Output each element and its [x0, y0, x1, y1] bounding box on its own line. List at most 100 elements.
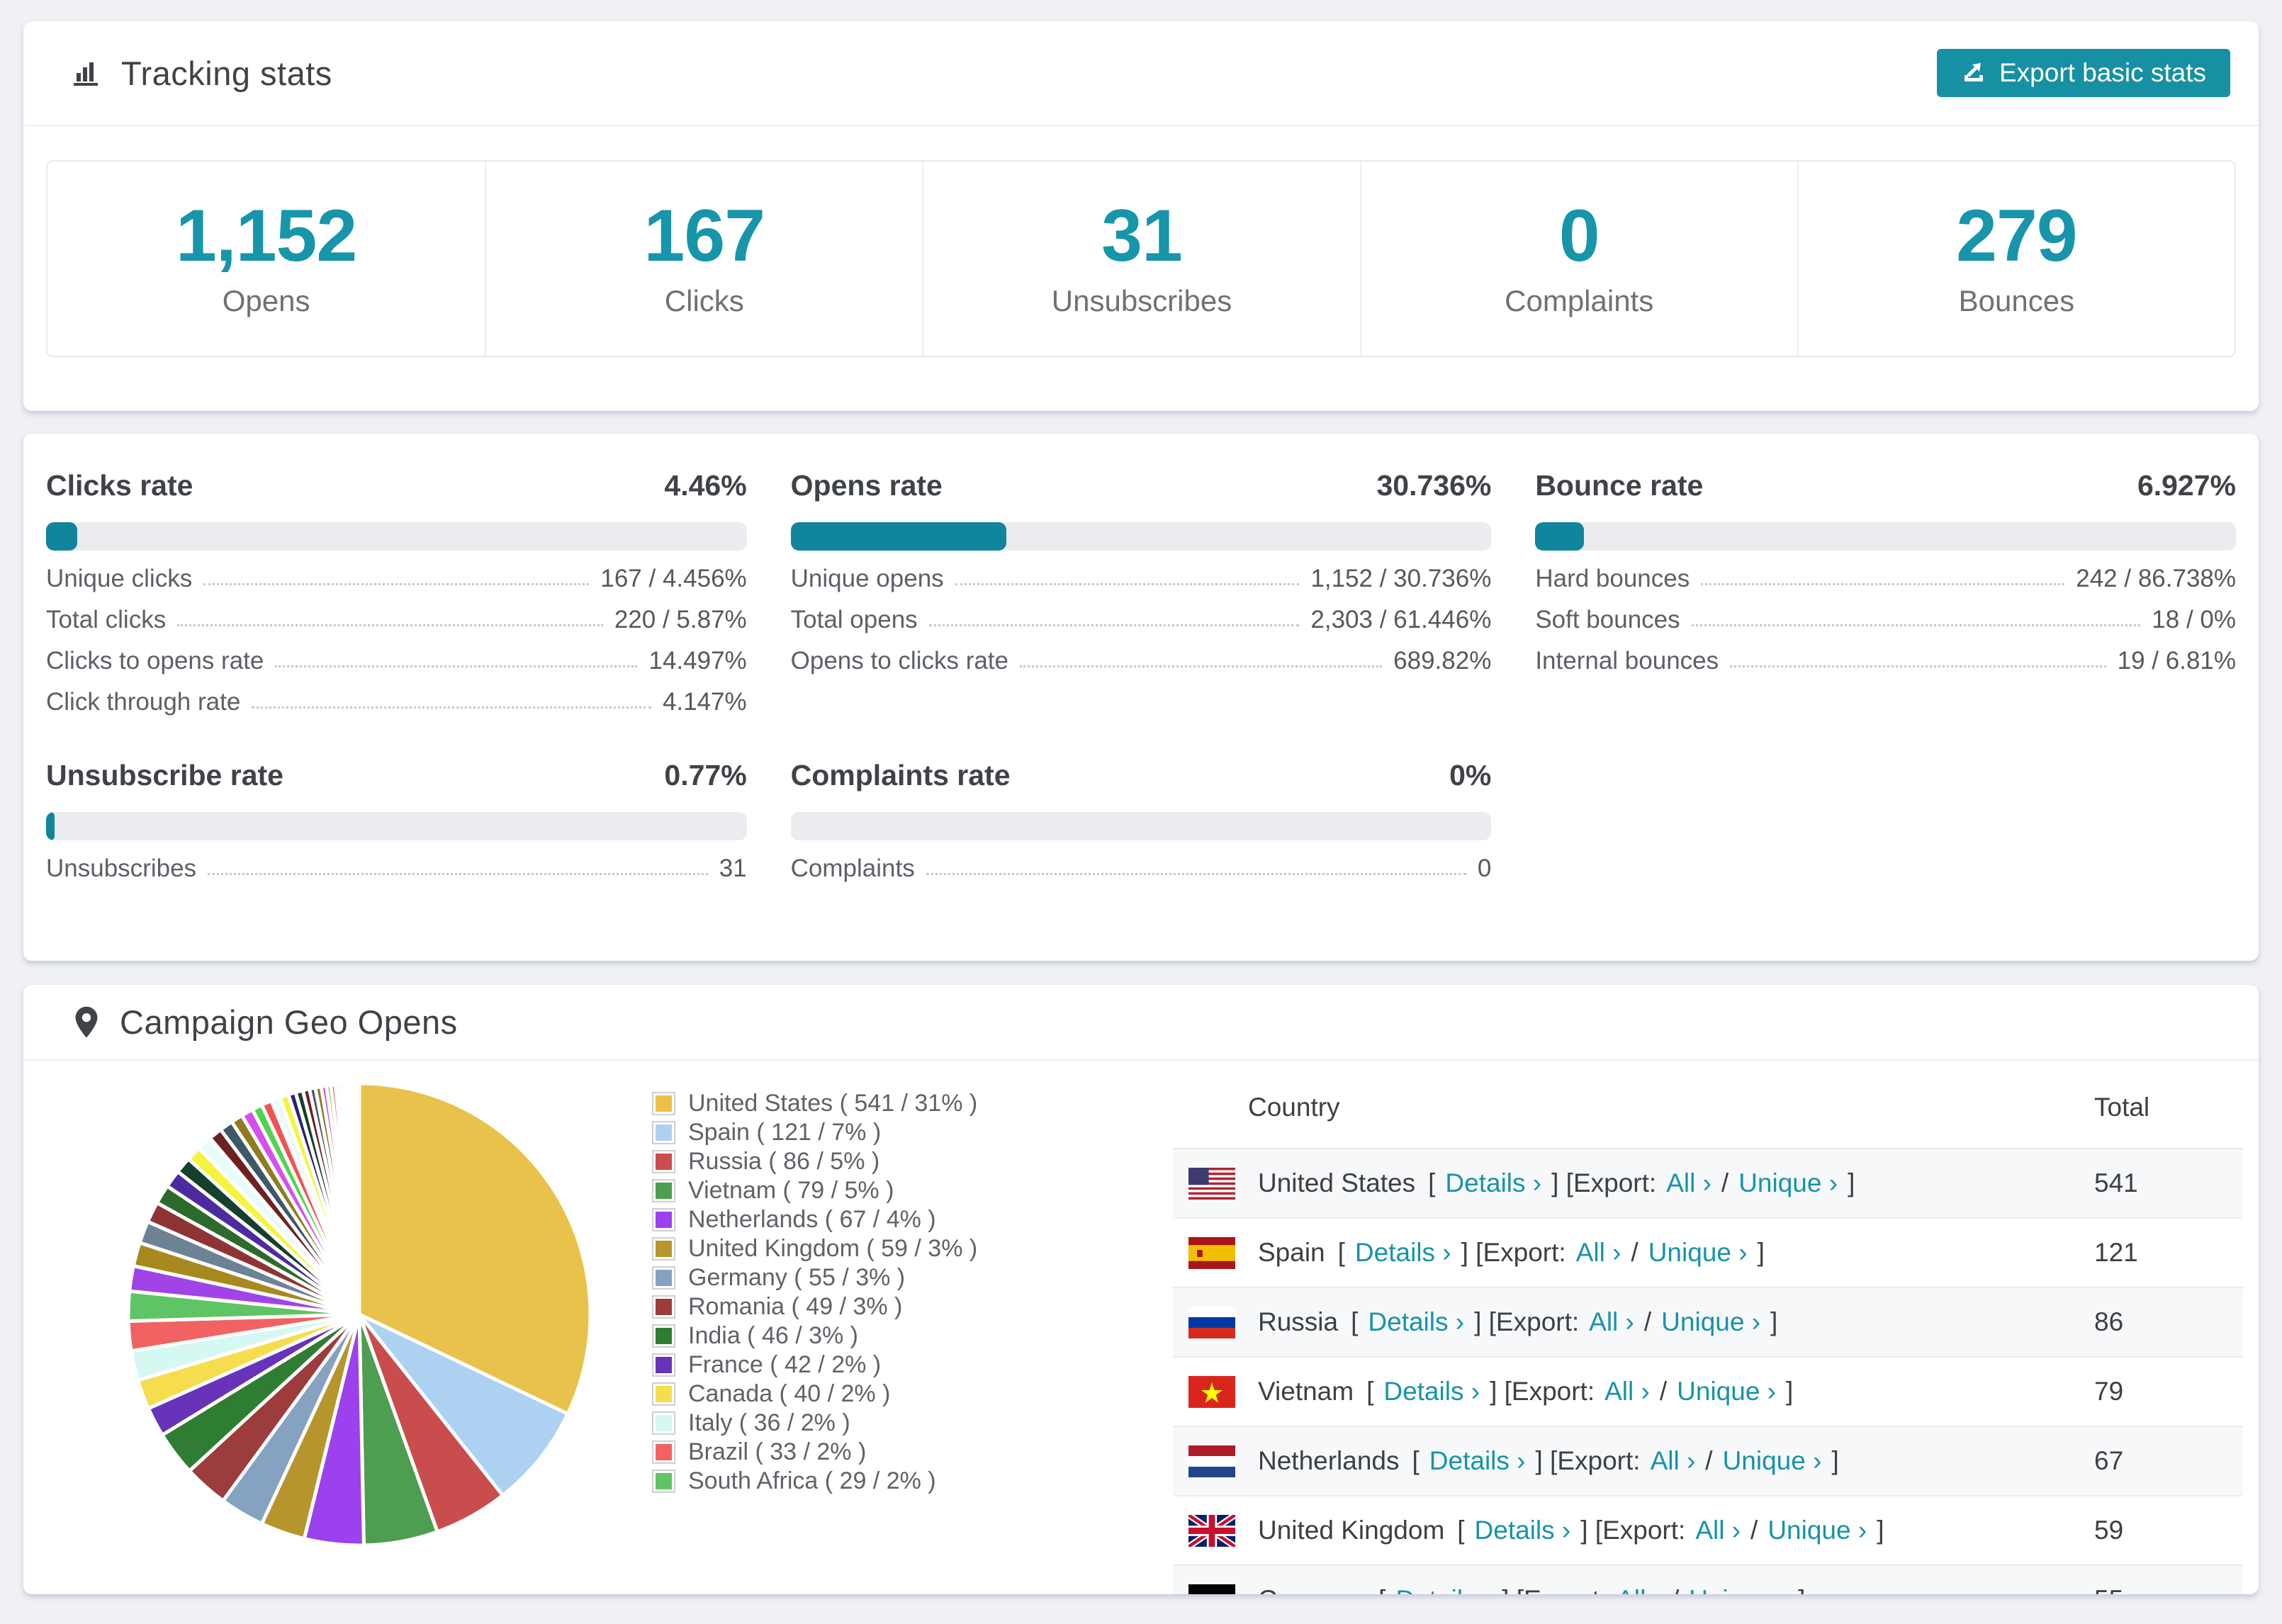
export-unique-link[interactable]: Unique › [1677, 1377, 1776, 1406]
legend-item-canada[interactable]: Canada ( 40 / 2% ) [652, 1380, 977, 1409]
legend-label: United Kingdom ( 59 / 3% ) [688, 1235, 978, 1262]
stat-value: 1,152 [175, 195, 357, 277]
flag-nl-icon [1188, 1445, 1235, 1477]
legend-item-vietnam[interactable]: Vietnam ( 79 / 5% ) [652, 1176, 977, 1205]
legend-item-brazil[interactable]: Brazil ( 33 / 2% ) [652, 1438, 977, 1467]
detail-label: Unique clicks [46, 565, 193, 592]
rate-detail-rows: Unique clicks 167 / 4.456% Total clicks 220… [46, 565, 747, 715]
legend-item-united-kingdom[interactable]: United Kingdom ( 59 / 3% ) [652, 1234, 977, 1263]
detail-label: Complaints [790, 855, 915, 882]
bracket-close: ] [1770, 1307, 1778, 1336]
legend-item-india[interactable]: India ( 46 / 3% ) [652, 1321, 977, 1350]
geo-content: United States ( 541 / 31% ) Spain ( 121 /… [23, 1061, 2259, 1594]
export-all-link[interactable]: All › [1651, 1446, 1696, 1476]
tracking-stats-card: Tracking stats Export basic stats 1,152 O… [23, 21, 2259, 411]
bracket-open: [ [1428, 1168, 1436, 1197]
legend-item-spain[interactable]: Spain ( 121 / 7% ) [652, 1118, 977, 1147]
export-unique-link[interactable]: Unique › [1767, 1516, 1867, 1545]
tracking-stats-header: Tracking stats Export basic stats [23, 21, 2259, 126]
export-unique-link[interactable]: Unique › [1723, 1446, 1822, 1476]
export-all-link[interactable]: All › [1604, 1377, 1650, 1406]
legend-item-france[interactable]: France ( 42 / 2% ) [652, 1350, 977, 1380]
legend-item-netherlands[interactable]: Netherlands ( 67 / 4% ) [652, 1205, 977, 1234]
table-header-row: Country Total [1173, 1066, 2243, 1149]
legend-item-germany[interactable]: Germany ( 55 / 3% ) [652, 1263, 977, 1292]
export-all-link[interactable]: All › [1666, 1168, 1712, 1198]
total-cell: 55 [2094, 1585, 2243, 1594]
country-cell: Netherlands[Details ›] [Export: All › / … [1188, 1445, 2094, 1477]
progress-bar-track [46, 522, 747, 551]
total-cell: 79 [2094, 1377, 2124, 1406]
dotted-leader [252, 706, 651, 709]
details-link[interactable]: Details › [1429, 1446, 1526, 1476]
detail-label: Unique opens [790, 565, 944, 592]
stat-cell-bounces: 279 Bounces [1797, 162, 2235, 356]
export-all-link[interactable]: All › [1617, 1585, 1662, 1594]
legend-swatch [653, 1384, 674, 1404]
details-link[interactable]: Details › [1355, 1238, 1451, 1268]
legend-item-united-states[interactable]: United States ( 541 / 31% ) [652, 1089, 977, 1118]
details-link[interactable]: Details › [1475, 1516, 1571, 1545]
export-unique-link[interactable]: Unique › [1648, 1238, 1748, 1268]
dotted-leader [177, 624, 603, 626]
rate-detail-rows: Unique opens 1,152 / 30.736% Total opens 2,… [791, 565, 1492, 674]
export-prefix: ] [Export: [1461, 1238, 1566, 1267]
stat-value: 31 [1101, 195, 1183, 277]
flag-vn-icon [1188, 1375, 1235, 1408]
legend-item-russia[interactable]: Russia ( 86 / 5% ) [652, 1147, 977, 1176]
stat-label: Opens [222, 284, 310, 317]
flag-ru-icon [1188, 1306, 1235, 1338]
legend-item-romania[interactable]: Romania ( 49 / 3% ) [652, 1292, 977, 1321]
rate-title: Complaints rate [790, 759, 1011, 791]
details-link[interactable]: Details › [1368, 1307, 1464, 1337]
export-unique-link[interactable]: Unique › [1689, 1585, 1788, 1594]
detail-value: 689.82% [1393, 647, 1492, 675]
stat-cell-clicks: 167 Clicks [485, 162, 922, 356]
bracket-open: [ [1351, 1307, 1359, 1336]
country-cell: Spain [Details ›] [Export: All › / Unique… [1188, 1236, 2094, 1269]
export-prefix: ] [Export: [1551, 1168, 1657, 1197]
dotted-leader [203, 583, 590, 585]
legend-item-italy[interactable]: Italy ( 36 / 2% ) [652, 1409, 977, 1438]
legend-label: Russia ( 86 / 5% ) [688, 1148, 880, 1175]
bracket-close: ] [1757, 1238, 1765, 1267]
dotted-leader [1020, 665, 1383, 667]
country-name: Russia [1258, 1307, 1339, 1336]
country-cell: Vietnam [Details ›] [Export: All › / Uniq… [1188, 1375, 2094, 1408]
details-link[interactable]: Details › [1445, 1168, 1541, 1198]
geo-opens-pie-chart[interactable] [125, 1081, 593, 1548]
detail-label: Total opens [790, 606, 918, 633]
bracket-close: ] [1786, 1377, 1794, 1406]
flag-gb-icon [1188, 1514, 1235, 1547]
export-unique-link[interactable]: Unique › [1661, 1307, 1760, 1337]
rate-block-4: Complaints rate 0% Complaints 0 [790, 759, 1492, 882]
detail-row: Click through rate 4.147% [46, 689, 747, 715]
country-name: Spain [1258, 1238, 1325, 1267]
rate-detail-rows: Unsubscribes 31 [46, 855, 747, 881]
detail-value: 18 / 0% [2152, 606, 2236, 633]
details-link[interactable]: Details › [1383, 1377, 1480, 1406]
rate-block-1: Opens rate 30.736% Unique opens 1,152 / 30.… [790, 469, 1492, 715]
export-all-link[interactable]: All › [1589, 1307, 1634, 1337]
detail-label: Soft bounces [1535, 606, 1680, 633]
legend-label: Brazil ( 33 / 2% ) [688, 1438, 867, 1465]
country-name: Netherlands [1258, 1446, 1400, 1475]
legend-item-south-africa[interactable]: South Africa ( 29 / 2% ) [652, 1467, 977, 1496]
detail-value: 31 [719, 855, 747, 882]
rate-title-row: Opens rate 30.736% [791, 469, 1492, 502]
details-link[interactable]: Details › [1395, 1585, 1492, 1594]
export-unique-link[interactable]: Unique › [1738, 1168, 1838, 1198]
stat-value: 279 [1956, 195, 2078, 277]
detail-label: Total clicks [46, 606, 167, 633]
total-cell: 59 [2094, 1516, 2124, 1545]
detail-row: Clicks to opens rate 14.497% [46, 648, 747, 674]
export-button-label: Export basic stats [1999, 58, 2206, 87]
progress-bar-track [790, 812, 1492, 840]
table-row: Russia [Details ›] [Export: All › / Uniqu… [1173, 1288, 2243, 1358]
rate-title: Bounce rate [1535, 469, 1704, 502]
export-all-link[interactable]: All › [1695, 1516, 1741, 1545]
export-all-link[interactable]: All › [1576, 1238, 1621, 1268]
export-basic-stats-button[interactable]: Export basic stats [1936, 49, 2230, 97]
export-icon [1961, 60, 1986, 86]
bracket-open: [ [1412, 1446, 1420, 1475]
